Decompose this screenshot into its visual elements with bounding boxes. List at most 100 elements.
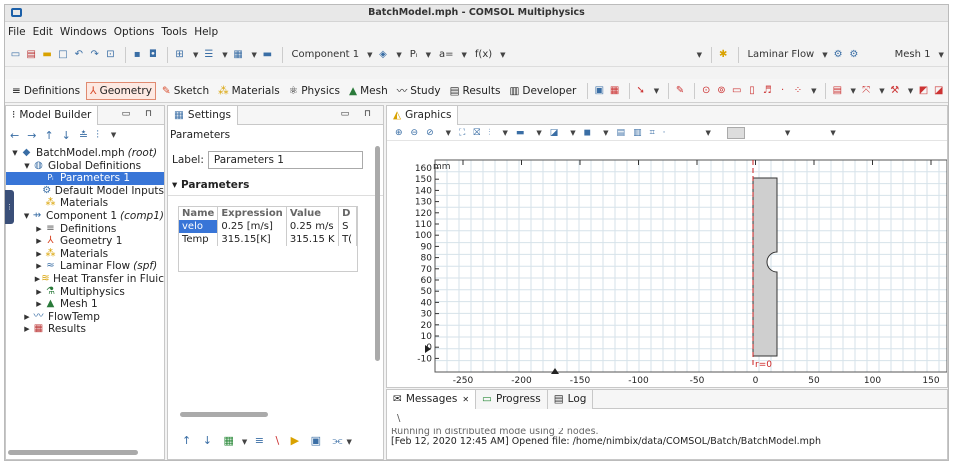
menu-file[interactable]: File	[8, 26, 26, 38]
table-row[interactable]: velo 0.25 [m/s] 0.25 m/s S	[179, 220, 357, 233]
tree-item[interactable]: ▶ ≋ Heat Transfer in Fluic	[6, 273, 164, 286]
table-cell[interactable]: 315.15[K]	[217, 233, 287, 246]
collapse-toggle-icon[interactable]: ▶	[22, 323, 32, 336]
zoom-out-icon[interactable]: ⊖	[411, 128, 419, 138]
add-icon[interactable]: ▦	[223, 434, 233, 447]
tab-log[interactable]: ▤ Log	[547, 389, 594, 409]
table-cell[interactable]: S	[338, 220, 357, 233]
export-icon[interactable]: ⫘	[333, 434, 343, 447]
table-cell[interactable]: 0.25 [m/s]	[217, 220, 287, 233]
tree-item[interactable]: ▼ ◍ Global Definitions	[6, 160, 164, 173]
tab-model-builder[interactable]: ⁝ Model Builder	[6, 105, 99, 125]
select-mode-icon[interactable]: ⫶	[488, 128, 490, 138]
collapse-toggle-icon[interactable]: ▶	[34, 248, 44, 261]
table-cell[interactable]: velo	[179, 220, 219, 233]
vertical-scrollbar[interactable]	[375, 146, 380, 361]
tree-item[interactable]: ▶ ▦ Results	[6, 323, 164, 336]
ribbon-tool-icon[interactable]: ▯	[746, 83, 758, 99]
side-pin-tab[interactable]: ⋮	[5, 190, 14, 224]
tree-item[interactable]: ▶ ≈ Laminar Flow (spf)	[6, 260, 164, 273]
ribbon-tool-icon[interactable]: ▦	[608, 83, 620, 99]
select-icon[interactable]: ⛝	[473, 128, 480, 138]
tree-item[interactable]: ▶ ⁂ Materials	[6, 248, 164, 261]
clear-messages-icon[interactable]: \	[387, 409, 947, 428]
build-icon[interactable]: ▪	[131, 47, 144, 63]
mesh-dropdown[interactable]: Mesh 1	[895, 49, 931, 60]
tree-item[interactable]: ▶ ▲ Mesh 1	[6, 298, 164, 311]
ribbon-tool-icon[interactable]: ➘	[635, 83, 647, 99]
image-icon[interactable]: ▤	[617, 128, 626, 138]
load-icon[interactable]: ▶	[291, 434, 299, 447]
ribbon-tool-icon[interactable]: ♬	[761, 83, 773, 99]
zoom-extents-icon[interactable]: ⛶	[459, 128, 465, 138]
add-physics-icon[interactable]: ⚙	[832, 47, 845, 63]
column-header[interactable]: Name	[179, 207, 219, 220]
tree-item[interactable]: ▶ ⚗ Multiphysics	[6, 286, 164, 299]
column-header[interactable]: Value	[286, 207, 340, 220]
tree-item[interactable]: ▼ ◆ BatchModel.mph (root)	[6, 147, 164, 160]
zoom-box-icon[interactable]: ⊘	[426, 128, 434, 138]
physics-dropdown[interactable]: Laminar Flow	[747, 49, 814, 60]
menu-edit[interactable]: Edit	[33, 26, 53, 38]
folder-icon[interactable]: ▬	[41, 47, 54, 63]
tab-physics[interactable]: ⚛ Physics	[286, 83, 343, 99]
collapse-toggle-icon[interactable]: ▶	[34, 286, 44, 299]
ribbon-tool-icon[interactable]: ◩	[917, 83, 929, 99]
open-icon[interactable]: ▤	[25, 47, 38, 63]
column-header[interactable]: Expression	[217, 207, 287, 220]
color-swatch[interactable]	[726, 126, 745, 139]
collapse-toggle-icon[interactable]: ▶	[34, 273, 41, 286]
print-icon[interactable]: ▥	[633, 128, 642, 138]
graphics-canvas[interactable]: mm 1601501401301201101009080706050403020…	[387, 142, 947, 388]
list-icon[interactable]: ≡	[255, 434, 264, 447]
tab-results[interactable]: ▤ Results	[447, 83, 504, 99]
tab-materials[interactable]: ⁂ Materials	[215, 83, 283, 99]
bar-icon[interactable]: ▬	[261, 47, 274, 63]
ribbon-tool-icon[interactable]: ⁘	[792, 83, 804, 99]
move-up-icon[interactable]: ↑	[182, 434, 191, 447]
parameters-section-header[interactable]: ▾ Parameters	[168, 175, 383, 196]
menu-tools[interactable]: Tools	[161, 26, 187, 38]
tab-progress[interactable]: ▭ Progress	[476, 389, 548, 409]
tree-item[interactable]: ▶ ⅄ Geometry 1	[6, 235, 164, 248]
grid-icon[interactable]: ▦	[232, 47, 245, 63]
collapse-toggle-icon[interactable]: ▶	[34, 260, 44, 273]
camera-icon[interactable]: ◼	[584, 128, 591, 138]
table-cell[interactable]: Temp	[179, 233, 219, 246]
column-header[interactable]: D	[338, 207, 357, 220]
remove-physics-icon[interactable]: ⚙	[847, 47, 860, 63]
measure-icon[interactable]: ⌗	[650, 128, 655, 138]
table-icon[interactable]: ⊞	[173, 47, 186, 63]
component-dropdown[interactable]: Component 1	[292, 49, 360, 60]
ribbon-tool-icon[interactable]: ⊙	[700, 83, 712, 99]
table-cell[interactable]: T(	[338, 233, 357, 246]
move-down-icon[interactable]: ↓	[203, 434, 212, 447]
move-up-icon[interactable]: ↑	[44, 129, 53, 142]
tab-study[interactable]: 〰 Study	[394, 81, 444, 100]
ribbon-tool-icon[interactable]: ⤧	[860, 83, 872, 99]
tab-geometry[interactable]: ⅄ Geometry	[86, 81, 156, 100]
ribbon-tool-icon[interactable]: ⚒	[889, 83, 901, 99]
tree-item[interactable]: ▼ ⇸ Component 1 (comp1)	[6, 210, 164, 223]
save-icon[interactable]: ▣	[311, 434, 321, 447]
expand-toggle-icon[interactable]: ▼	[22, 210, 31, 223]
tree-item[interactable]: ▶ ≡ Definitions	[6, 223, 164, 236]
ribbon-tool-icon[interactable]: ▭	[731, 83, 743, 99]
menu-help[interactable]: Help	[194, 26, 218, 38]
close-icon[interactable]: ✕	[462, 395, 469, 404]
dot-icon[interactable]: ·	[663, 128, 666, 138]
panel-window-controls[interactable]: ▭ ⊓	[341, 109, 377, 119]
tab-graphics[interactable]: ◭ Graphics	[387, 105, 459, 125]
panel-window-controls[interactable]: ▭ ⊓	[122, 109, 158, 119]
tab-settings[interactable]: ▦ Settings	[168, 105, 238, 125]
tree-item[interactable]: Pᵢ Parameters 1	[6, 172, 164, 185]
expand-toggle-icon[interactable]: ▼	[22, 160, 32, 173]
zoom-in-icon[interactable]: ⊕	[395, 128, 403, 138]
tree-item[interactable]: ⁂ Materials	[6, 197, 164, 210]
table-row[interactable]: Temp 315.15[K] 315.15 K T(	[179, 233, 357, 246]
ribbon-tool-icon[interactable]: ✎	[674, 83, 686, 99]
collapse-toggle-icon[interactable]: ▶	[34, 235, 44, 248]
clear-icon[interactable]: \	[275, 434, 279, 447]
parameter-dropdown[interactable]: Pᵢ	[410, 49, 418, 60]
new-icon[interactable]: ▭	[9, 47, 22, 63]
